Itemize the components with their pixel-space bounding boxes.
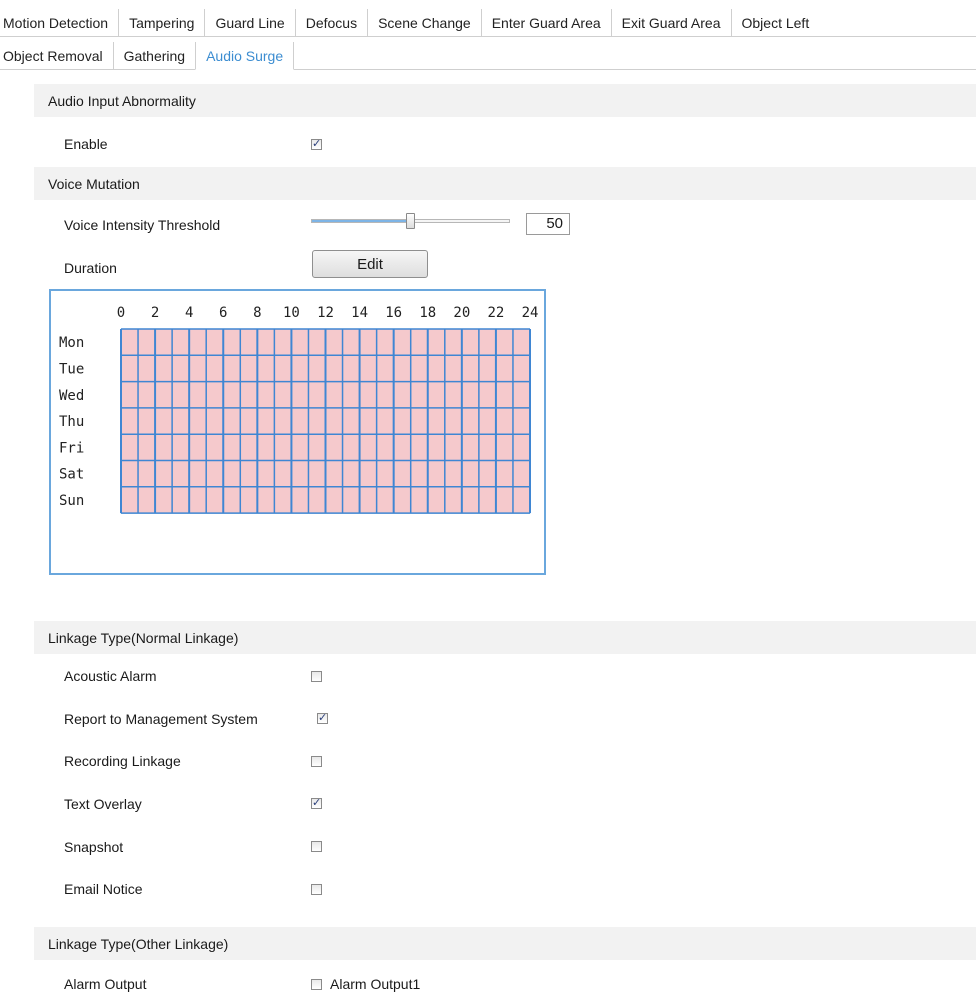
day-label: Wed: [59, 388, 84, 404]
hour-label: 4: [185, 305, 193, 321]
report-to-management-checkbox[interactable]: [317, 711, 328, 724]
tab-exit-guard-area[interactable]: Exit Guard Area: [612, 9, 732, 36]
day-label: Mon: [59, 335, 84, 351]
text-overlay-checkbox[interactable]: [311, 796, 322, 809]
section-voice-mutation: Voice Mutation: [34, 167, 976, 200]
enable-checkbox[interactable]: [311, 137, 322, 150]
tab-gathering[interactable]: Gathering: [114, 42, 195, 69]
alarm-output-label: Alarm Output: [64, 976, 147, 992]
linkage-label-recording: Recording Linkage: [64, 753, 181, 769]
recording-linkage-checkbox[interactable]: [311, 756, 322, 767]
tab-audio-surge[interactable]: Audio Surge: [195, 42, 295, 70]
hour-label: 2: [151, 305, 159, 321]
hour-label: 20: [453, 305, 470, 321]
alarm-output1-label: Alarm Output1: [330, 976, 421, 992]
tab-enter-guard-area[interactable]: Enter Guard Area: [482, 9, 612, 36]
day-label: Tue: [59, 361, 84, 377]
hour-label: 8: [253, 305, 261, 321]
voice-intensity-threshold-label: Voice Intensity Threshold: [64, 217, 221, 233]
slider-fill: [312, 220, 408, 222]
tab-guard-line[interactable]: Guard Line: [205, 9, 296, 36]
alarm-output1-checkbox[interactable]: [311, 979, 322, 990]
day-label: Fri: [59, 440, 84, 456]
slider-thumb[interactable]: [406, 213, 415, 229]
day-label: Sun: [59, 493, 84, 509]
section-title: Audio Input Abnormality: [48, 92, 196, 109]
linkage-label-email-notice: Email Notice: [64, 881, 143, 897]
hour-label: 10: [283, 305, 300, 321]
hour-label: 24: [522, 305, 539, 321]
linkage-label-acoustic-alarm: Acoustic Alarm: [64, 668, 157, 684]
hour-label: 0: [117, 305, 125, 321]
tab-tampering[interactable]: Tampering: [119, 9, 206, 36]
hour-label: 6: [219, 305, 227, 321]
hour-label: 12: [317, 305, 334, 321]
voice-intensity-slider[interactable]: [311, 213, 510, 229]
hour-label: 14: [351, 305, 368, 321]
tab-scene-change[interactable]: Scene Change: [368, 9, 482, 36]
section-title: Voice Mutation: [48, 175, 140, 192]
section-audio-input-abnormality: Audio Input Abnormality: [34, 84, 976, 117]
snapshot-checkbox[interactable]: [311, 841, 322, 852]
tab-object-left[interactable]: Object Left: [732, 9, 820, 36]
day-label: Sat: [59, 467, 84, 483]
duration-label: Duration: [64, 260, 117, 276]
threshold-value-field[interactable]: 50: [526, 213, 570, 235]
linkage-label-report: Report to Management System: [64, 711, 258, 727]
weekly-schedule[interactable]: Mon Tue Wed Thu Fri Sat Sun 0 2 4 6 8 10 12 14 16 18 20 22…: [49, 289, 546, 575]
section-title: Linkage Type(Other Linkage): [48, 935, 229, 952]
tab-bar-row-1: Motion Detection Tampering Guard Line De…: [0, 9, 976, 37]
edit-schedule-button[interactable]: Edit: [312, 250, 428, 278]
acoustic-alarm-checkbox[interactable]: [311, 671, 322, 682]
hour-label: 22: [487, 305, 504, 321]
tab-object-removal[interactable]: Object Removal: [0, 42, 114, 69]
section-title: Linkage Type(Normal Linkage): [48, 629, 239, 646]
tab-motion-detection[interactable]: Motion Detection: [0, 9, 120, 36]
email-notice-checkbox[interactable]: [311, 884, 322, 895]
schedule-grid: MonTueWedThuFriSatSun0 2 4 6 8 10 12 14 16 18 20 22…: [59, 305, 539, 514]
hour-label: 16: [385, 305, 402, 321]
section-other-linkage: Linkage Type(Other Linkage): [34, 927, 976, 960]
hour-label: 18: [419, 305, 436, 321]
day-label: Thu: [59, 414, 84, 430]
tab-defocus[interactable]: Defocus: [296, 9, 369, 36]
linkage-label-text-overlay: Text Overlay: [64, 796, 142, 812]
tab-bar-row-2: Object Removal Gathering Audio Surge: [0, 42, 976, 70]
linkage-label-snapshot: Snapshot: [64, 839, 124, 855]
section-normal-linkage: Linkage Type(Normal Linkage): [34, 621, 976, 654]
enable-label: Enable: [64, 136, 108, 152]
